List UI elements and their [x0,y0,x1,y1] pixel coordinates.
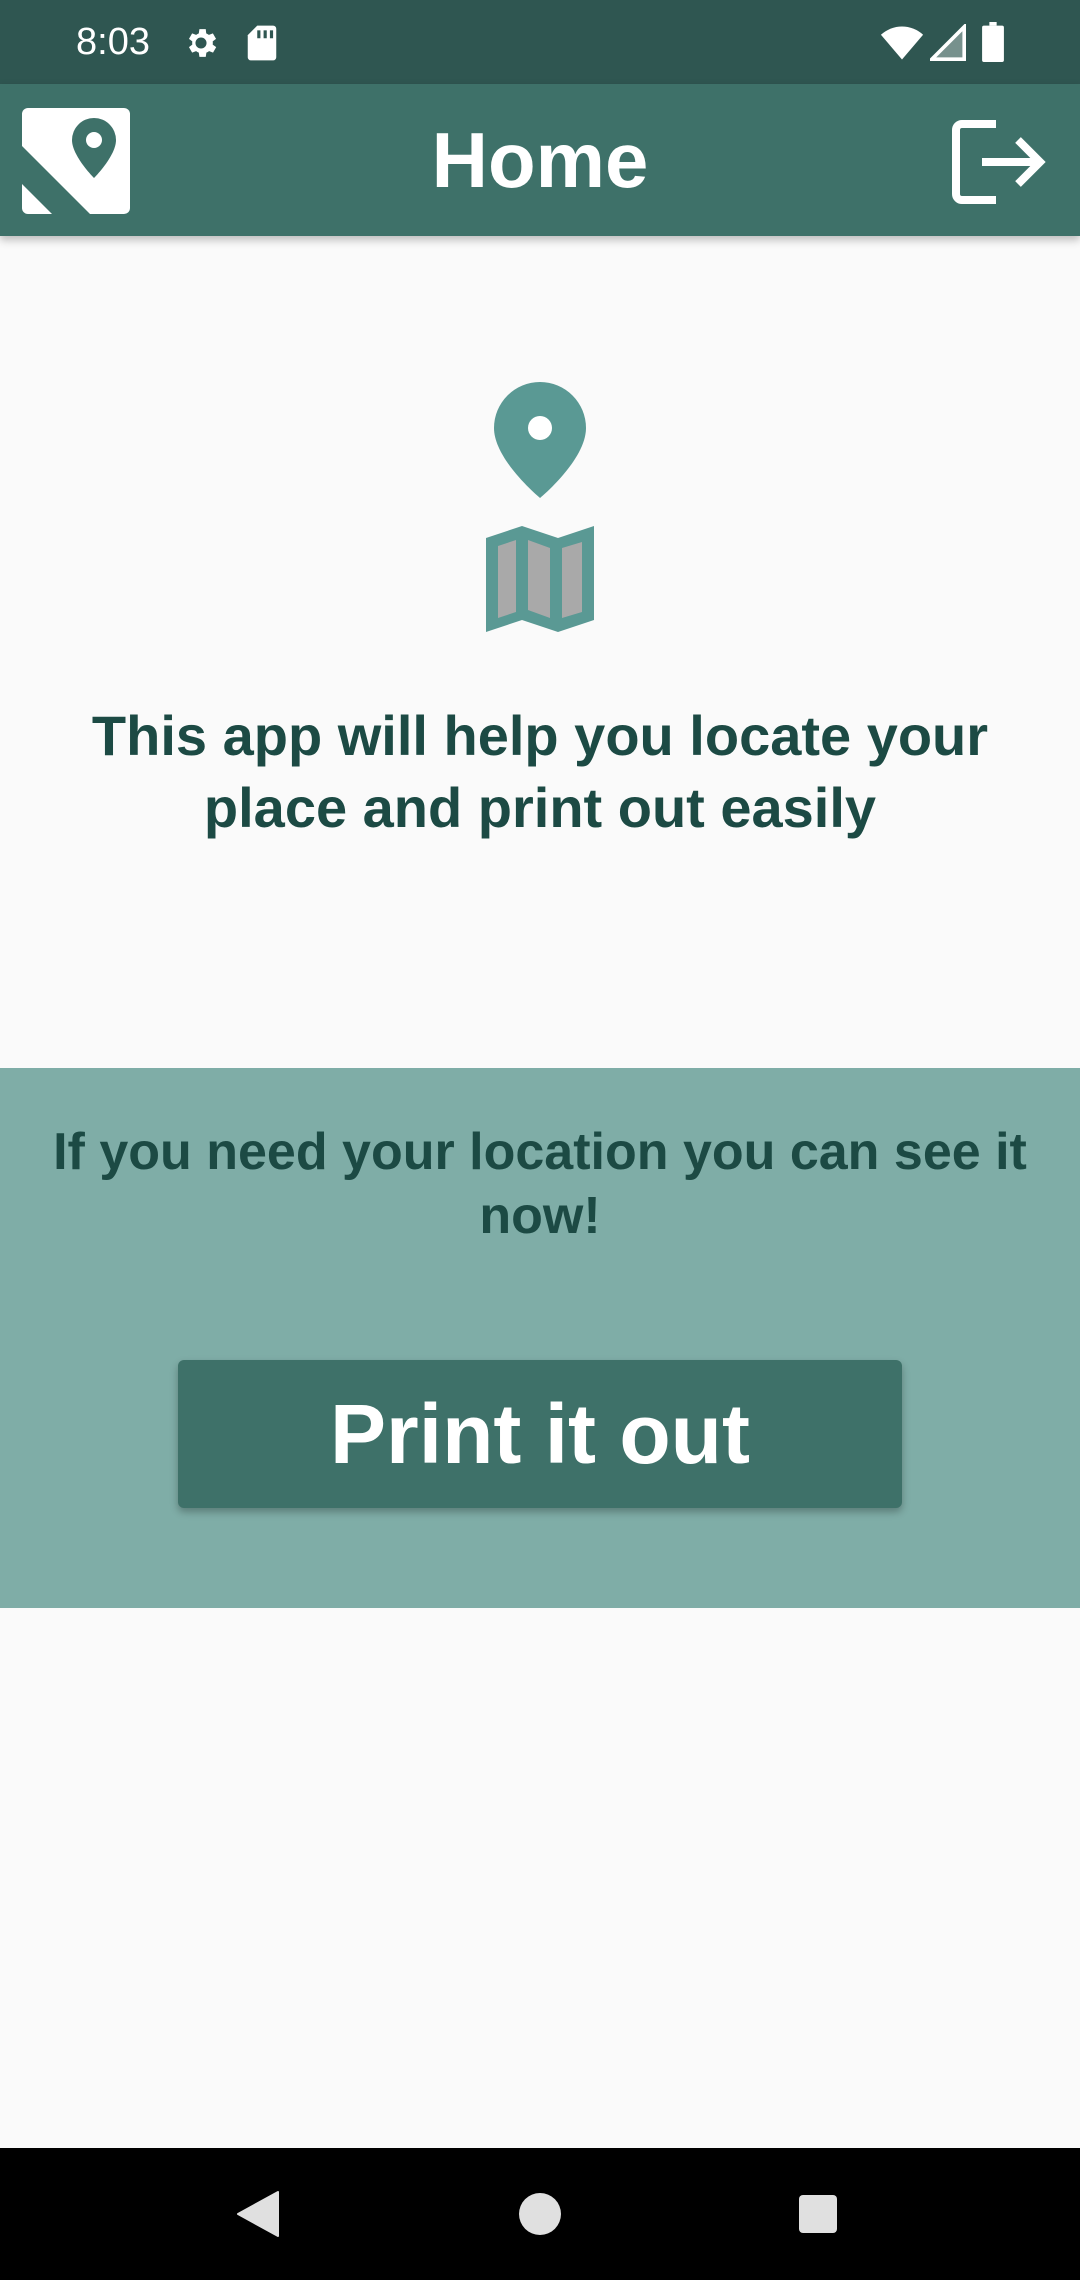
home-icon[interactable] [518,2192,562,2236]
app-bar: Home [0,84,1080,236]
status-bar: 8:03 [0,0,1080,84]
print-panel-message: If you need your location you can see it… [53,1123,1027,1245]
recents-icon[interactable] [798,2194,838,2234]
battery-icon [982,22,1004,62]
system-nav-bar [0,2148,1080,2280]
status-time: 8:03 [76,21,150,63]
location-pin-icon [494,382,586,498]
hero-illustration [480,380,600,640]
wifi-icon [880,26,924,60]
folded-map-icon [486,526,594,632]
back-icon[interactable] [236,2190,280,2238]
gear-icon [188,29,217,57]
sd-card-icon [247,25,277,61]
print-panel: If you need your location you can see it… [0,1068,1080,1608]
logout-icon[interactable] [952,118,1048,206]
map-pin-logo-icon [22,108,130,214]
hero-description: This app will help you locate your place… [91,704,989,839]
print-button[interactable]: Print it out [178,1360,902,1508]
page-title: Home [431,116,649,204]
signal-icon [930,24,966,61]
